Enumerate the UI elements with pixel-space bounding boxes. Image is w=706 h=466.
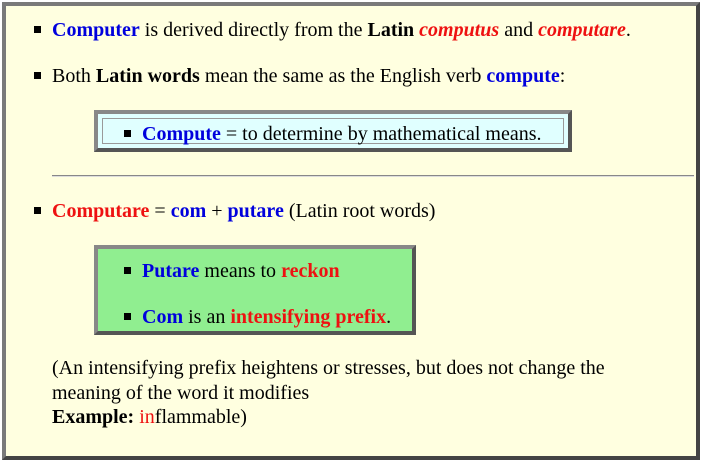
text: flammable) [154, 406, 247, 428]
bullet-icon [34, 26, 41, 33]
prefix-in: in [139, 406, 155, 428]
text: = to determine by mathematical means. [220, 123, 542, 145]
divider [52, 175, 694, 177]
putare-definition: Putare means to reckon [142, 259, 340, 283]
term-computare: computare [538, 19, 626, 41]
note-line-2: meaning of the word it modifies [52, 381, 310, 404]
text: . [625, 19, 631, 41]
note-line-3: Example: inflammable) [52, 405, 605, 430]
bullet-icon [34, 207, 41, 214]
bullet-icon [124, 313, 131, 320]
term-computare-root: Computare [52, 200, 150, 222]
text: Both [52, 65, 96, 87]
bullet-icon [34, 72, 41, 79]
text: is derived directly from the [139, 19, 368, 41]
text: means to [199, 260, 282, 282]
com-definition: Com is an intensifying prefix. [142, 305, 391, 329]
derivation-line: Computer is derived directly from the La… [52, 18, 631, 42]
term-computus: computus [419, 19, 500, 41]
term-computer: Computer [52, 19, 140, 41]
text: : [559, 65, 566, 87]
text: = [149, 200, 171, 222]
content-frame: Computer is derived directly from the La… [2, 2, 700, 460]
text: and [499, 19, 539, 41]
term-compute: compute [486, 65, 560, 87]
root-definitions-box: Putare means to reckon Com is an intensi… [94, 245, 416, 335]
term-putare-def: Putare [142, 260, 200, 282]
text: is an [183, 306, 231, 328]
definition-box: Compute = to determine by mathematical m… [94, 110, 572, 152]
term-compute-def: Compute [142, 123, 221, 145]
term-latin: Latin [367, 19, 415, 41]
bullet-icon [124, 267, 131, 274]
bullet-icon [124, 130, 131, 137]
term-latin-words: Latin words [95, 65, 200, 87]
text: + [206, 200, 228, 222]
term-intensifying-prefix: intensifying prefix [230, 306, 387, 328]
definition-text: Compute = to determine by mathematical m… [142, 122, 542, 146]
term-com: com [170, 200, 207, 222]
text: mean the same as the English verb [199, 65, 487, 87]
text: . [386, 306, 392, 328]
term-putare: putare [227, 200, 284, 222]
term-reckon: reckon [281, 260, 340, 282]
meaning-line: Both Latin words mean the same as the En… [52, 64, 565, 88]
root-words-line: Computare = com + putare (Latin root wor… [52, 199, 435, 223]
prefix-note: (An intensifying prefix heightens or str… [52, 356, 605, 430]
term-com-def: Com [142, 306, 184, 328]
text: (Latin root words) [283, 200, 436, 222]
note-line-1: (An intensifying prefix heightens or str… [52, 357, 605, 379]
example-label: Example: [52, 406, 135, 428]
